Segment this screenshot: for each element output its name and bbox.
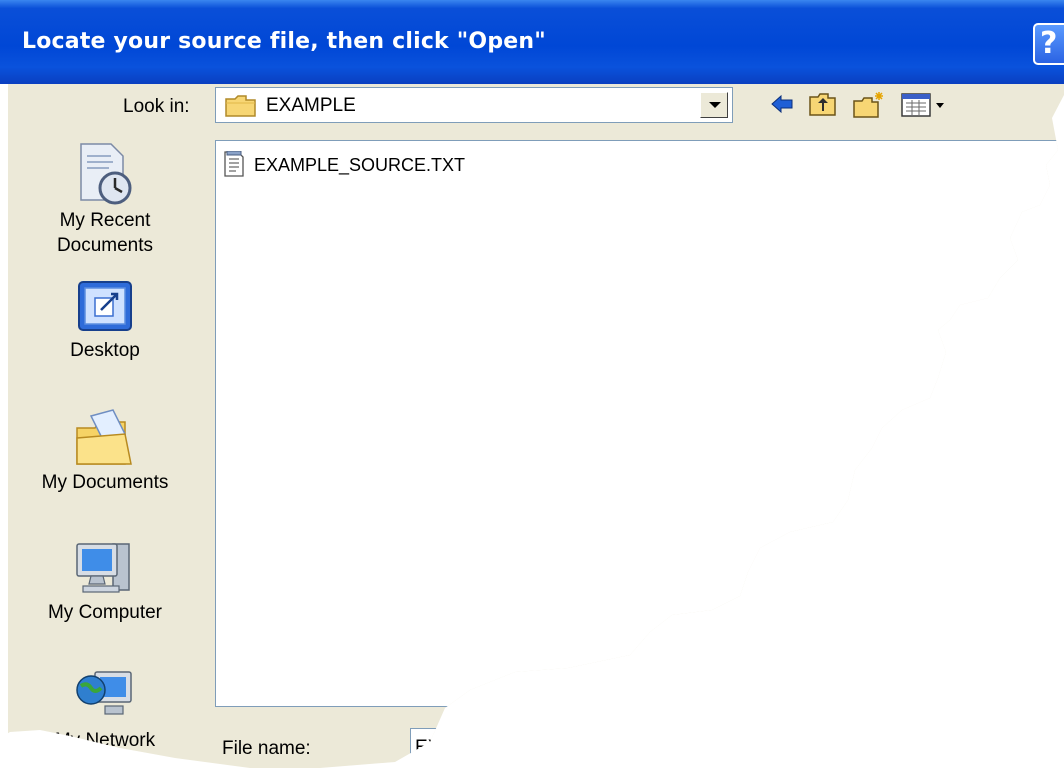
file-name-text: EXAMPLE_SOURCE.TXT (254, 155, 466, 175)
back-icon[interactable] (768, 90, 796, 118)
chevron-down-icon[interactable] (700, 92, 728, 118)
place-label-line-1: My Recent (59, 210, 151, 231)
my-network-icon (76, 671, 132, 715)
place-label-line-2: Documents (56, 235, 154, 256)
desktop-icon (78, 281, 132, 331)
file-name-label: File name: (222, 738, 311, 759)
view-menu-icon[interactable] (900, 90, 950, 118)
file-list[interactable]: EXAMPLE_SOURCE.TXT (215, 140, 1064, 707)
place-label: Desktop (70, 340, 140, 361)
text-file-icon (224, 151, 244, 177)
new-folder-icon[interactable] (852, 90, 886, 120)
place-my-documents[interactable]: My Documents (10, 408, 200, 495)
dialog-title: Locate your source file, then click "Ope… (22, 29, 546, 54)
recent-documents-icon (80, 143, 132, 205)
up-folder-icon[interactable] (808, 90, 838, 118)
help-button[interactable]: ? (1033, 23, 1064, 65)
place-my-recent-documents[interactable]: My Recent Documents (10, 140, 200, 258)
look-in-dropdown[interactable]: EXAMPLE (215, 87, 733, 123)
place-label: My Documents (41, 472, 169, 493)
title-bar: Locate your source file, then click "Ope… (0, 0, 1064, 84)
place-my-computer[interactable]: My Computer (10, 538, 200, 625)
place-label: My Network (54, 730, 156, 751)
my-documents-icon (76, 409, 132, 465)
place-desktop[interactable]: Desktop (10, 276, 200, 363)
look-in-label: Look in: (123, 96, 190, 117)
folder-icon (225, 95, 256, 117)
open-file-dialog: Locate your source file, then click "Ope… (0, 0, 1064, 768)
file-name-input[interactable] (410, 728, 1010, 768)
my-computer-icon (76, 543, 130, 593)
look-in-value: EXAMPLE (266, 95, 356, 116)
place-label: My Computer (47, 602, 163, 623)
place-my-network[interactable]: My Network (10, 666, 200, 753)
